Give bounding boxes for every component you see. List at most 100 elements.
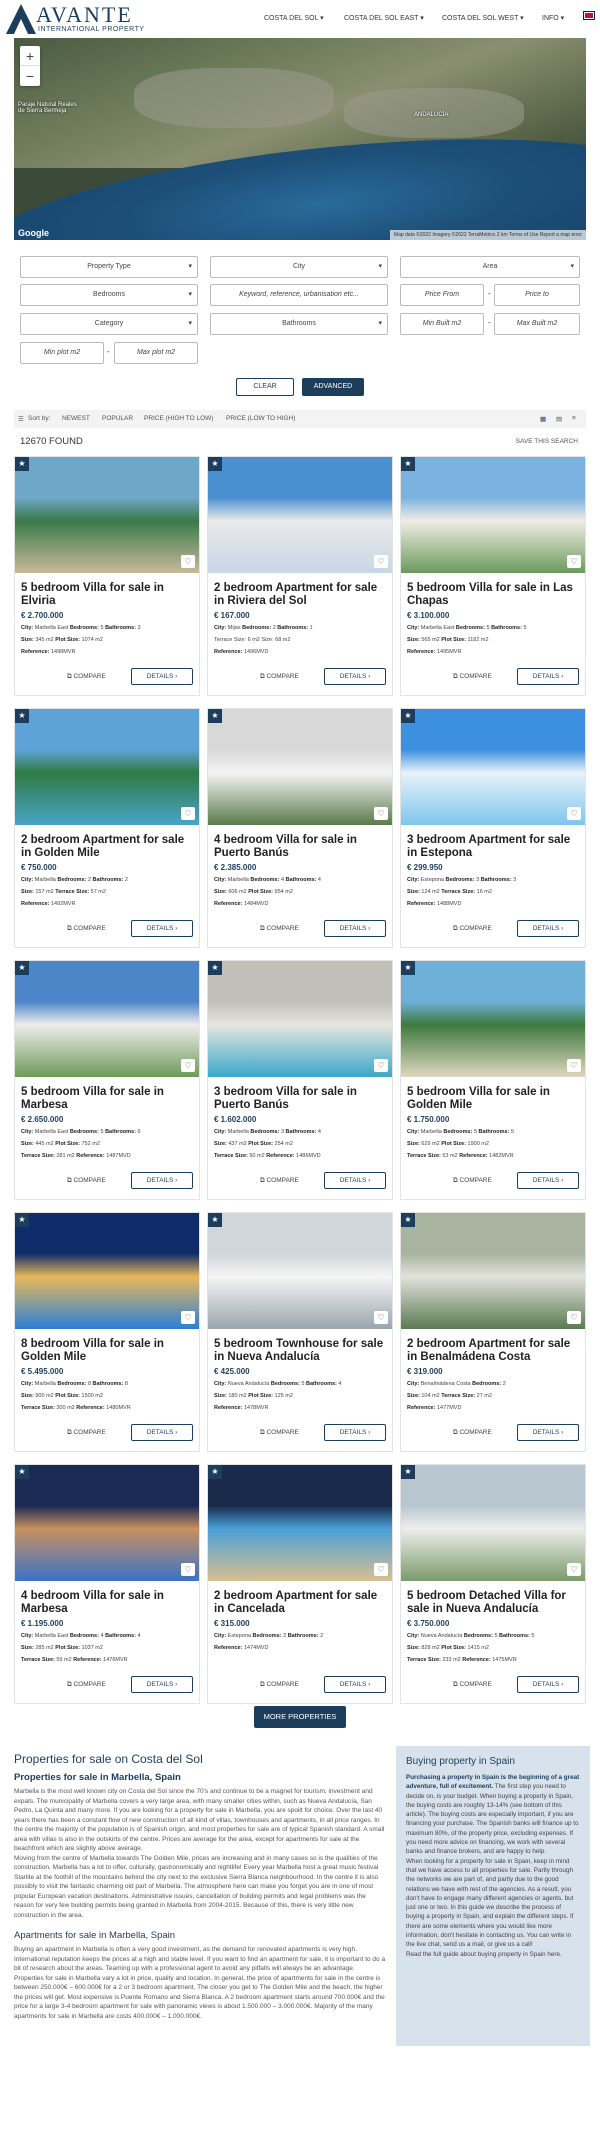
favorite-heart-icon[interactable]: ♡ xyxy=(567,1059,581,1072)
compare-button[interactable]: ⧉ COMPARE xyxy=(67,673,106,681)
sort-popular[interactable]: POPULAR xyxy=(102,415,133,422)
details-button[interactable]: DETAILS › xyxy=(131,920,193,937)
property-photo[interactable] xyxy=(401,1213,585,1329)
property-photo[interactable] xyxy=(208,709,392,825)
favorite-heart-icon[interactable]: ♡ xyxy=(567,555,581,568)
sort-price-low-high[interactable]: PRICE (LOW TO HIGH) xyxy=(226,415,295,422)
compare-button[interactable]: ⧉ COMPARE xyxy=(260,673,299,681)
more-properties-button[interactable]: MORE PROPERTIES xyxy=(254,1706,346,1728)
compare-button[interactable]: ⧉ COMPARE xyxy=(260,1429,299,1437)
property-card[interactable]: ★ ♡ 2 bedroom Apartment for sale in Cancel… xyxy=(207,1464,393,1704)
compare-button[interactable]: ⧉ COMPARE xyxy=(67,1681,106,1689)
max-plot-input[interactable]: Max plot m2 xyxy=(114,342,198,364)
property-card[interactable]: ★ ♡ 5 bedroom Villa for sale in Golden Mil… xyxy=(400,960,586,1200)
compare-button[interactable]: ⧉ COMPARE xyxy=(67,1429,106,1437)
property-card[interactable]: ★ ♡ 5 bedroom Villa for sale in Marbesa € 2… xyxy=(14,960,200,1200)
property-card[interactable]: ★ ♡ 5 bedroom Villa for sale in Las Chapas… xyxy=(400,456,586,696)
large-grid-icon[interactable]: ▤ xyxy=(556,415,562,423)
property-title[interactable]: 2 bedroom Apartment for sale in Cancelad… xyxy=(214,1590,390,1616)
sort-newest[interactable]: NEWEST xyxy=(62,415,90,422)
map-zoom-control[interactable]: + − xyxy=(20,46,40,86)
property-photo[interactable] xyxy=(15,457,199,573)
property-type-select[interactable]: Property Type xyxy=(20,256,198,278)
property-photo[interactable] xyxy=(401,457,585,573)
details-button[interactable]: DETAILS › xyxy=(131,1424,193,1441)
price-to-input[interactable]: Price to xyxy=(494,284,580,306)
property-title[interactable]: 5 bedroom Townhouse for sale in Nueva An… xyxy=(214,1338,390,1364)
property-card[interactable]: ★ ♡ 4 bedroom Villa for sale in Puerto Ban… xyxy=(207,708,393,948)
favorite-heart-icon[interactable]: ♡ xyxy=(374,807,388,820)
keyword-input[interactable]: Keyword, reference, urbanisation etc... xyxy=(210,284,388,306)
save-search-link[interactable]: SAVE THIS SEARCH xyxy=(516,438,578,445)
compare-button[interactable]: ⧉ COMPARE xyxy=(453,1429,492,1437)
nav-costa-del-sol-west[interactable]: COSTA DEL SOL WEST ▾ xyxy=(442,14,524,22)
favorite-heart-icon[interactable]: ♡ xyxy=(567,807,581,820)
details-button[interactable]: DETAILS › xyxy=(131,1676,193,1693)
property-card[interactable]: ★ ♡ 3 bedroom Villa for sale in Puerto Ban… xyxy=(207,960,393,1200)
property-card[interactable]: ★ ♡ 2 bedroom Apartment for sale in Rivier… xyxy=(207,456,393,696)
favorite-heart-icon[interactable]: ♡ xyxy=(374,1311,388,1324)
favorite-heart-icon[interactable]: ♡ xyxy=(181,1059,195,1072)
logo[interactable]: AVANTE INTERNATIONAL PROPERTY xyxy=(4,0,184,38)
property-photo[interactable] xyxy=(401,1465,585,1581)
uk-flag-icon[interactable] xyxy=(583,11,595,20)
property-photo[interactable] xyxy=(15,961,199,1077)
aside-guide-link[interactable]: Read the full guide about buying propert… xyxy=(406,1950,580,1959)
details-button[interactable]: DETAILS › xyxy=(324,668,386,685)
nav-costa-del-sol[interactable]: COSTA DEL SOL ▾ xyxy=(264,14,324,22)
details-button[interactable]: DETAILS › xyxy=(131,1172,193,1189)
nav-info[interactable]: INFO ▾ xyxy=(542,14,564,22)
price-from-input[interactable]: Price From xyxy=(400,284,484,306)
compare-button[interactable]: ⧉ COMPARE xyxy=(453,925,492,933)
property-title[interactable]: 4 bedroom Villa for sale in Puerto Banús xyxy=(214,834,390,860)
clear-button[interactable]: CLEAR xyxy=(236,378,294,396)
details-button[interactable]: DETAILS › xyxy=(517,920,579,937)
bathrooms-select[interactable]: Bathrooms xyxy=(210,313,388,335)
property-title[interactable]: 2 bedroom Apartment for sale in Golden M… xyxy=(21,834,197,860)
advanced-button[interactable]: ADVANCED xyxy=(302,378,364,396)
list-view-icon[interactable]: ≡ xyxy=(572,415,576,422)
compare-button[interactable]: ⧉ COMPARE xyxy=(260,1681,299,1689)
compare-button[interactable]: ⧉ COMPARE xyxy=(453,1681,492,1689)
details-button[interactable]: DETAILS › xyxy=(324,1424,386,1441)
property-title[interactable]: 5 bedroom Villa for sale in Marbesa xyxy=(21,1086,197,1112)
details-button[interactable]: DETAILS › xyxy=(517,1172,579,1189)
min-built-input[interactable]: Min Built m2 xyxy=(400,313,484,335)
property-card[interactable]: ★ ♡ 5 bedroom Townhouse for sale in Nueva … xyxy=(207,1212,393,1452)
zoom-in-button[interactable]: + xyxy=(20,46,40,66)
grid-view-icon[interactable]: ▦ xyxy=(540,415,546,423)
details-button[interactable]: DETAILS › xyxy=(324,920,386,937)
property-title[interactable]: 4 bedroom Villa for sale in Marbesa xyxy=(21,1590,197,1616)
property-card[interactable]: ★ ♡ 4 bedroom Villa for sale in Marbesa € 1… xyxy=(14,1464,200,1704)
favorite-heart-icon[interactable]: ♡ xyxy=(181,1311,195,1324)
compare-button[interactable]: ⧉ COMPARE xyxy=(67,925,106,933)
property-card[interactable]: ★ ♡ 5 bedroom Villa for sale in Elviria € 2… xyxy=(14,456,200,696)
property-photo[interactable] xyxy=(15,1465,199,1581)
favorite-heart-icon[interactable]: ♡ xyxy=(374,1059,388,1072)
property-title[interactable]: 3 bedroom Villa for sale in Puerto Banús xyxy=(214,1086,390,1112)
nav-costa-del-sol-east[interactable]: COSTA DEL SOL EAST ▾ xyxy=(344,14,424,22)
map-attribution[interactable]: Map data ©2022 Imagery ©2022 TerraMetric… xyxy=(389,230,586,240)
zoom-out-button[interactable]: − xyxy=(20,66,40,86)
property-card[interactable]: ★ ♡ 3 bedroom Apartment for sale in Estepo… xyxy=(400,708,586,948)
min-plot-input[interactable]: Min plot m2 xyxy=(20,342,104,364)
sort-price-high-low[interactable]: PRICE (HIGH TO LOW) xyxy=(144,415,213,422)
property-photo[interactable] xyxy=(208,1465,392,1581)
property-title[interactable]: 5 bedroom Villa for sale in Golden Mile xyxy=(407,1086,583,1112)
compare-button[interactable]: ⧉ COMPARE xyxy=(453,1177,492,1185)
property-title[interactable]: 5 bedroom Villa for sale in Las Chapas xyxy=(407,582,583,608)
property-card[interactable]: ★ ♡ 2 bedroom Apartment for sale in Golden… xyxy=(14,708,200,948)
property-card[interactable]: ★ ♡ 5 bedroom Detached Villa for sale in N… xyxy=(400,1464,586,1704)
property-card[interactable]: ★ ♡ 8 bedroom Villa for sale in Golden Mil… xyxy=(14,1212,200,1452)
compare-button[interactable]: ⧉ COMPARE xyxy=(453,673,492,681)
property-photo[interactable] xyxy=(15,709,199,825)
property-photo[interactable] xyxy=(208,1213,392,1329)
favorite-heart-icon[interactable]: ♡ xyxy=(181,555,195,568)
property-photo[interactable] xyxy=(401,709,585,825)
property-title[interactable]: 5 bedroom Detached Villa for sale in Nue… xyxy=(407,1590,583,1616)
property-title[interactable]: 8 bedroom Villa for sale in Golden Mile xyxy=(21,1338,197,1364)
compare-button[interactable]: ⧉ COMPARE xyxy=(260,1177,299,1185)
details-button[interactable]: DETAILS › xyxy=(517,1424,579,1441)
bedrooms-select[interactable]: Bedrooms xyxy=(20,284,198,306)
property-card[interactable]: ★ ♡ 2 bedroom Apartment for sale in Benalm… xyxy=(400,1212,586,1452)
